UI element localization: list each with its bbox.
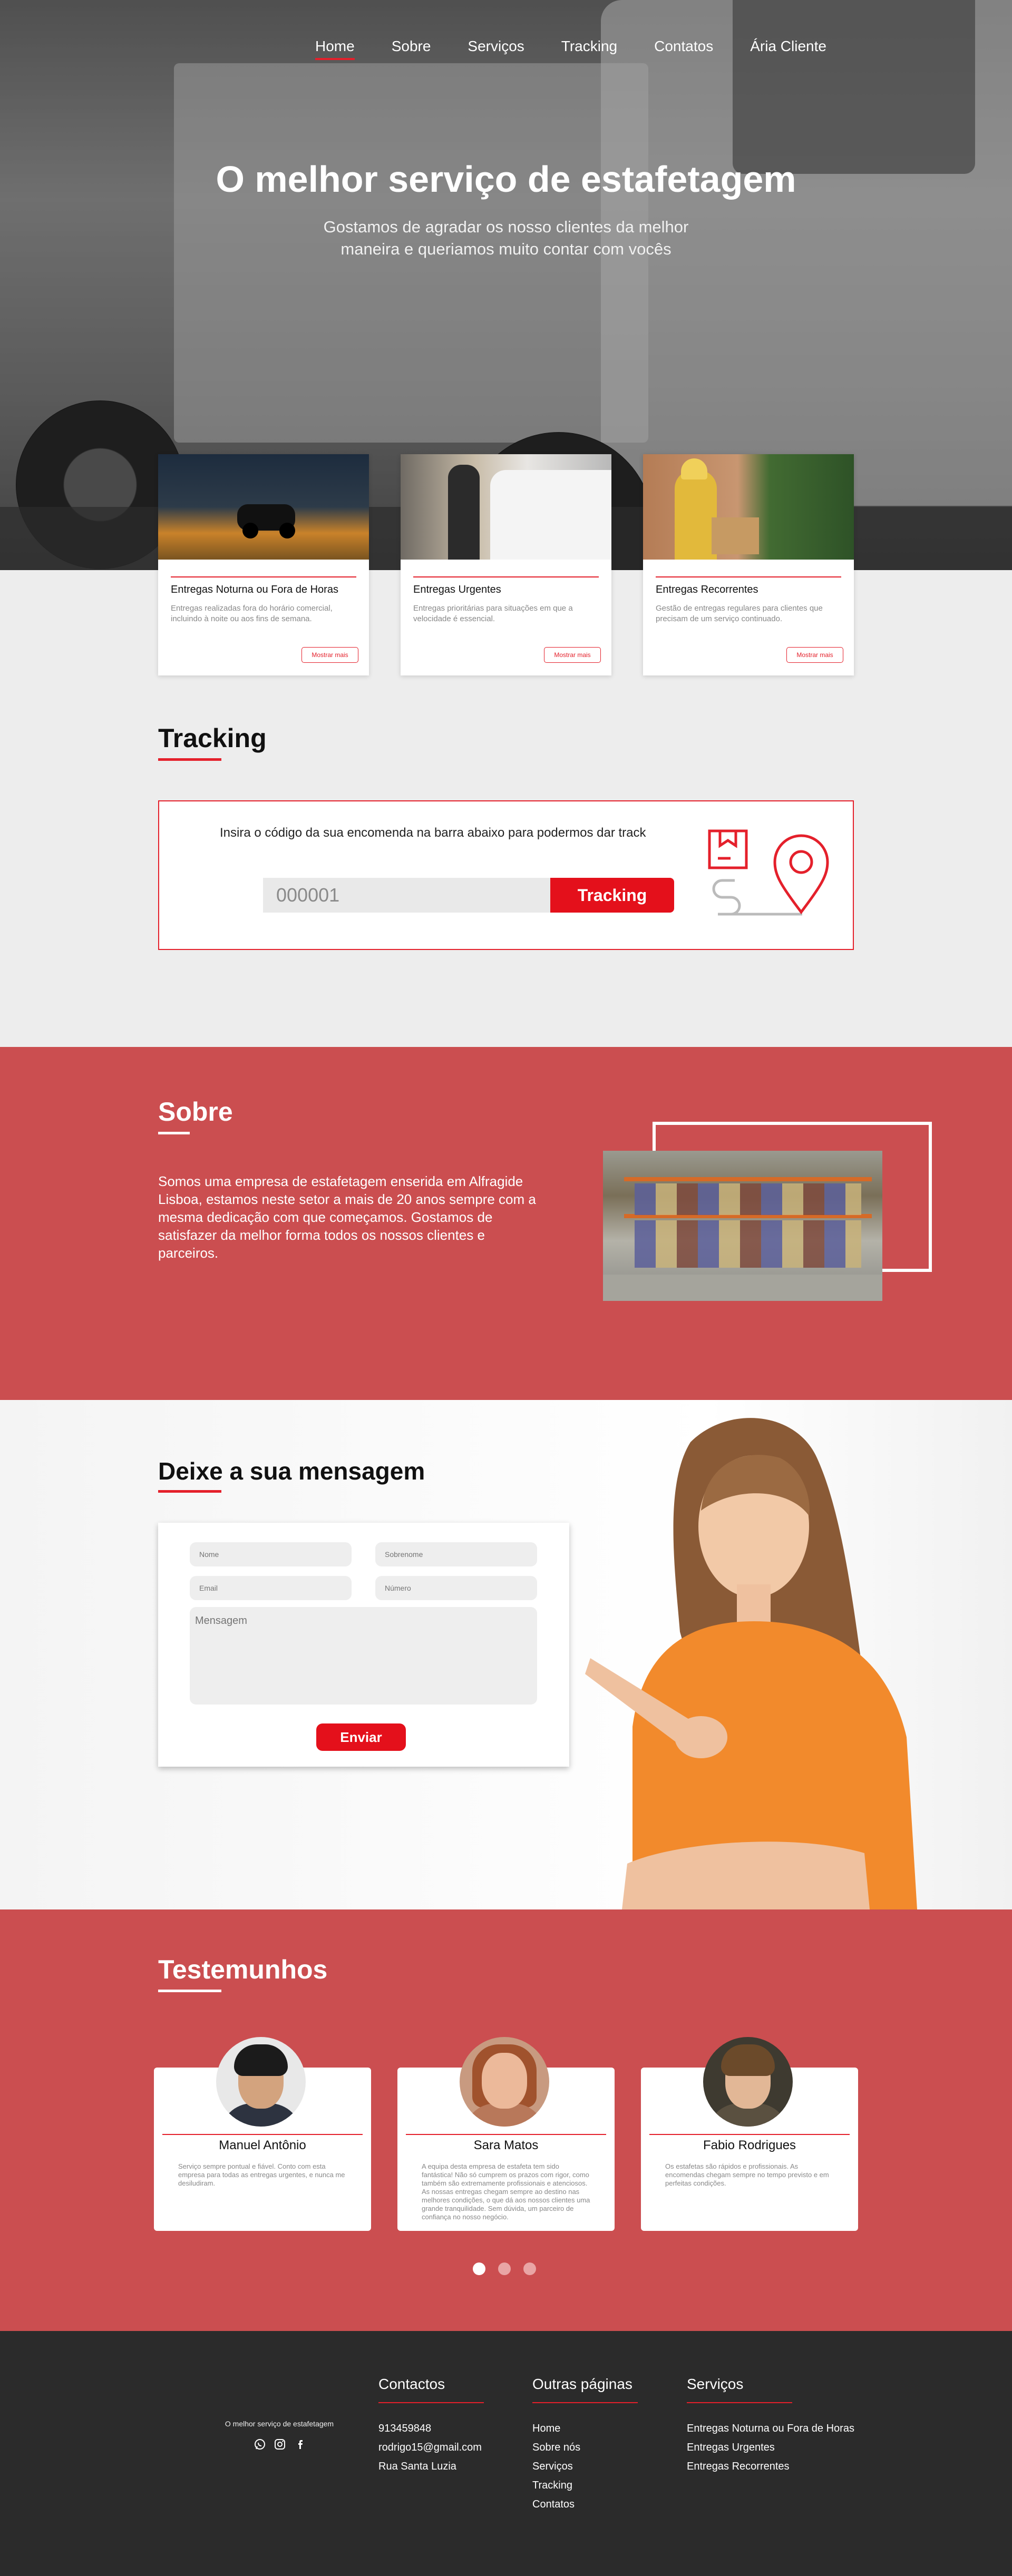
social-links xyxy=(253,2437,307,2451)
hero-title: O melhor serviço de estafetagem xyxy=(216,159,796,200)
testimonial-card: Manuel Antônio Serviço sempre pontual e … xyxy=(154,2037,371,2231)
nome-field[interactable] xyxy=(190,1542,352,1566)
show-more-button[interactable]: Mostrar mais xyxy=(301,647,358,663)
service-card: Entregas Noturna ou Fora de Horas Entreg… xyxy=(158,454,369,675)
testimonial-text: Serviço sempre pontual e fiável. Conto c… xyxy=(178,2162,345,2187)
sobre-title: Sobre xyxy=(158,1096,233,1134)
facebook-icon[interactable] xyxy=(293,2437,307,2451)
services-cards: Entregas Noturna ou Fora de Horas Entreg… xyxy=(158,454,854,675)
footer-paginas-title: Outras páginas xyxy=(532,2376,632,2392)
sobrenome-field[interactable] xyxy=(375,1542,537,1566)
footer-link-sobre[interactable]: Sobre nós xyxy=(532,2438,638,2457)
hero-subtitle: Gostamos de agradar os nosso clientes da… xyxy=(323,218,689,258)
service-title: Entregas Recorrentes xyxy=(656,584,758,595)
show-more-button[interactable]: Mostrar mais xyxy=(786,647,843,663)
avatar xyxy=(216,2037,306,2127)
mensagem-title: Deixe a sua mensagem xyxy=(158,1457,425,1493)
footer-address: Rua Santa Luzia xyxy=(378,2461,456,2472)
night-delivery-image xyxy=(158,454,369,560)
service-text: Entregas prioritárias para situações em … xyxy=(413,604,573,623)
tracking-box: Insira o código da sua encomenda na barr… xyxy=(158,800,854,950)
carousel-dots xyxy=(473,2262,536,2275)
footer-email[interactable]: rodrigo15@gmail.com xyxy=(378,2438,484,2457)
woman-pointing-image xyxy=(585,1418,917,1909)
main-nav: Home Sobre Serviços Tracking Contatos Ár… xyxy=(315,38,826,60)
testimonial-name: Sara Matos xyxy=(473,2138,539,2152)
service-text: Gestão de entregas regulares para client… xyxy=(656,604,823,623)
nav-contatos[interactable]: Contatos xyxy=(654,38,713,55)
footer-link-tracking[interactable]: Tracking xyxy=(532,2476,638,2495)
footer-link-contatos[interactable]: Contatos xyxy=(532,2495,638,2514)
footer-contactos: Contactos 913459848 rodrigo15@gmail.com … xyxy=(378,2376,484,2476)
footer-servicos: Serviços Entregas Noturna ou Fora de Hor… xyxy=(687,2376,854,2476)
package-location-icon xyxy=(708,829,829,916)
nav-tracking[interactable]: Tracking xyxy=(561,38,617,55)
footer-link-servicos[interactable]: Serviços xyxy=(532,2457,638,2476)
instagram-icon[interactable] xyxy=(273,2437,287,2451)
footer-link-home[interactable]: Home xyxy=(532,2419,638,2438)
footer-paginas: Outras páginas Home Sobre nós Serviços T… xyxy=(532,2376,638,2514)
tracking-code-input[interactable] xyxy=(263,878,550,913)
avatar xyxy=(460,2037,549,2127)
numero-field[interactable] xyxy=(375,1576,537,1600)
email-field[interactable] xyxy=(190,1576,352,1600)
footer-service-urgentes[interactable]: Entregas Urgentes xyxy=(687,2438,854,2457)
tracking-title: Tracking xyxy=(158,723,267,761)
mensagem-field[interactable] xyxy=(190,1607,537,1705)
whatsapp-icon[interactable] xyxy=(253,2437,267,2451)
nav-servicos[interactable]: Serviços xyxy=(468,38,524,55)
enviar-button[interactable]: Enviar xyxy=(316,1723,406,1751)
footer-brand: O melhor serviço de estafetagem xyxy=(225,2420,334,2428)
footer-servicos-title: Serviços xyxy=(687,2376,744,2392)
sobre-text: Somos uma empresa de estafetagem enserid… xyxy=(158,1173,536,1261)
tracking-button[interactable]: Tracking xyxy=(550,878,674,913)
testimonial-name: Fabio Rodrigues xyxy=(703,2138,796,2152)
footer-phone: 913459848 xyxy=(378,2423,432,2434)
footer-service-noturna[interactable]: Entregas Noturna ou Fora de Horas xyxy=(687,2419,854,2438)
service-title: Entregas Noturna ou Fora de Horas xyxy=(171,584,338,595)
testimonial-card: Fabio Rodrigues Os estafetas são rápidos… xyxy=(641,2037,858,2231)
recurring-delivery-image xyxy=(643,454,854,560)
testemunhos-title: Testemunhos xyxy=(158,1954,327,1992)
tracking-intro: Insira o código da sua encomenda na barr… xyxy=(220,826,646,840)
service-card: Entregas Recorrentes Gestão de entregas … xyxy=(643,454,854,675)
testimonial-text: A equipa desta empresa de estafeta tem s… xyxy=(422,2162,590,2221)
avatar xyxy=(703,2037,793,2127)
sobre-section: Sobre Somos uma empresa de estafetagem e… xyxy=(0,1047,1012,1400)
testemunhos-section: Testemunhos Manuel Antônio Serviço sempr… xyxy=(0,1909,1012,2331)
testimonial-text: Os estafetas são rápidos e profissionais… xyxy=(665,2162,829,2187)
footer: O melhor serviço de estafetagem Contacto… xyxy=(0,2331,1012,2576)
nav-sobre[interactable]: Sobre xyxy=(392,38,431,55)
testimonial-card: Sara Matos A equipa desta empresa de est… xyxy=(397,2037,615,2231)
urgent-delivery-image xyxy=(401,454,611,560)
warehouse-image xyxy=(603,1151,882,1301)
testimonial-name: Manuel Antônio xyxy=(219,2138,306,2152)
contact-form: Enviar xyxy=(158,1523,569,1767)
carousel-dot[interactable] xyxy=(523,2262,536,2275)
mensagem-section: Deixe a sua mensagem Enviar xyxy=(0,1400,1012,1909)
service-card: Entregas Urgentes Entregas prioritárias … xyxy=(401,454,611,675)
nav-area-cliente[interactable]: Ária Cliente xyxy=(750,38,826,55)
nav-home[interactable]: Home xyxy=(315,38,355,60)
show-more-button[interactable]: Mostrar mais xyxy=(544,647,601,663)
service-text: Entregas realizadas fora do horário come… xyxy=(171,604,333,623)
footer-service-recorrentes[interactable]: Entregas Recorrentes xyxy=(687,2457,854,2476)
carousel-dot[interactable] xyxy=(498,2262,511,2275)
carousel-dot[interactable] xyxy=(473,2262,485,2275)
footer-contactos-title: Contactos xyxy=(378,2376,445,2392)
service-title: Entregas Urgentes xyxy=(413,584,501,595)
